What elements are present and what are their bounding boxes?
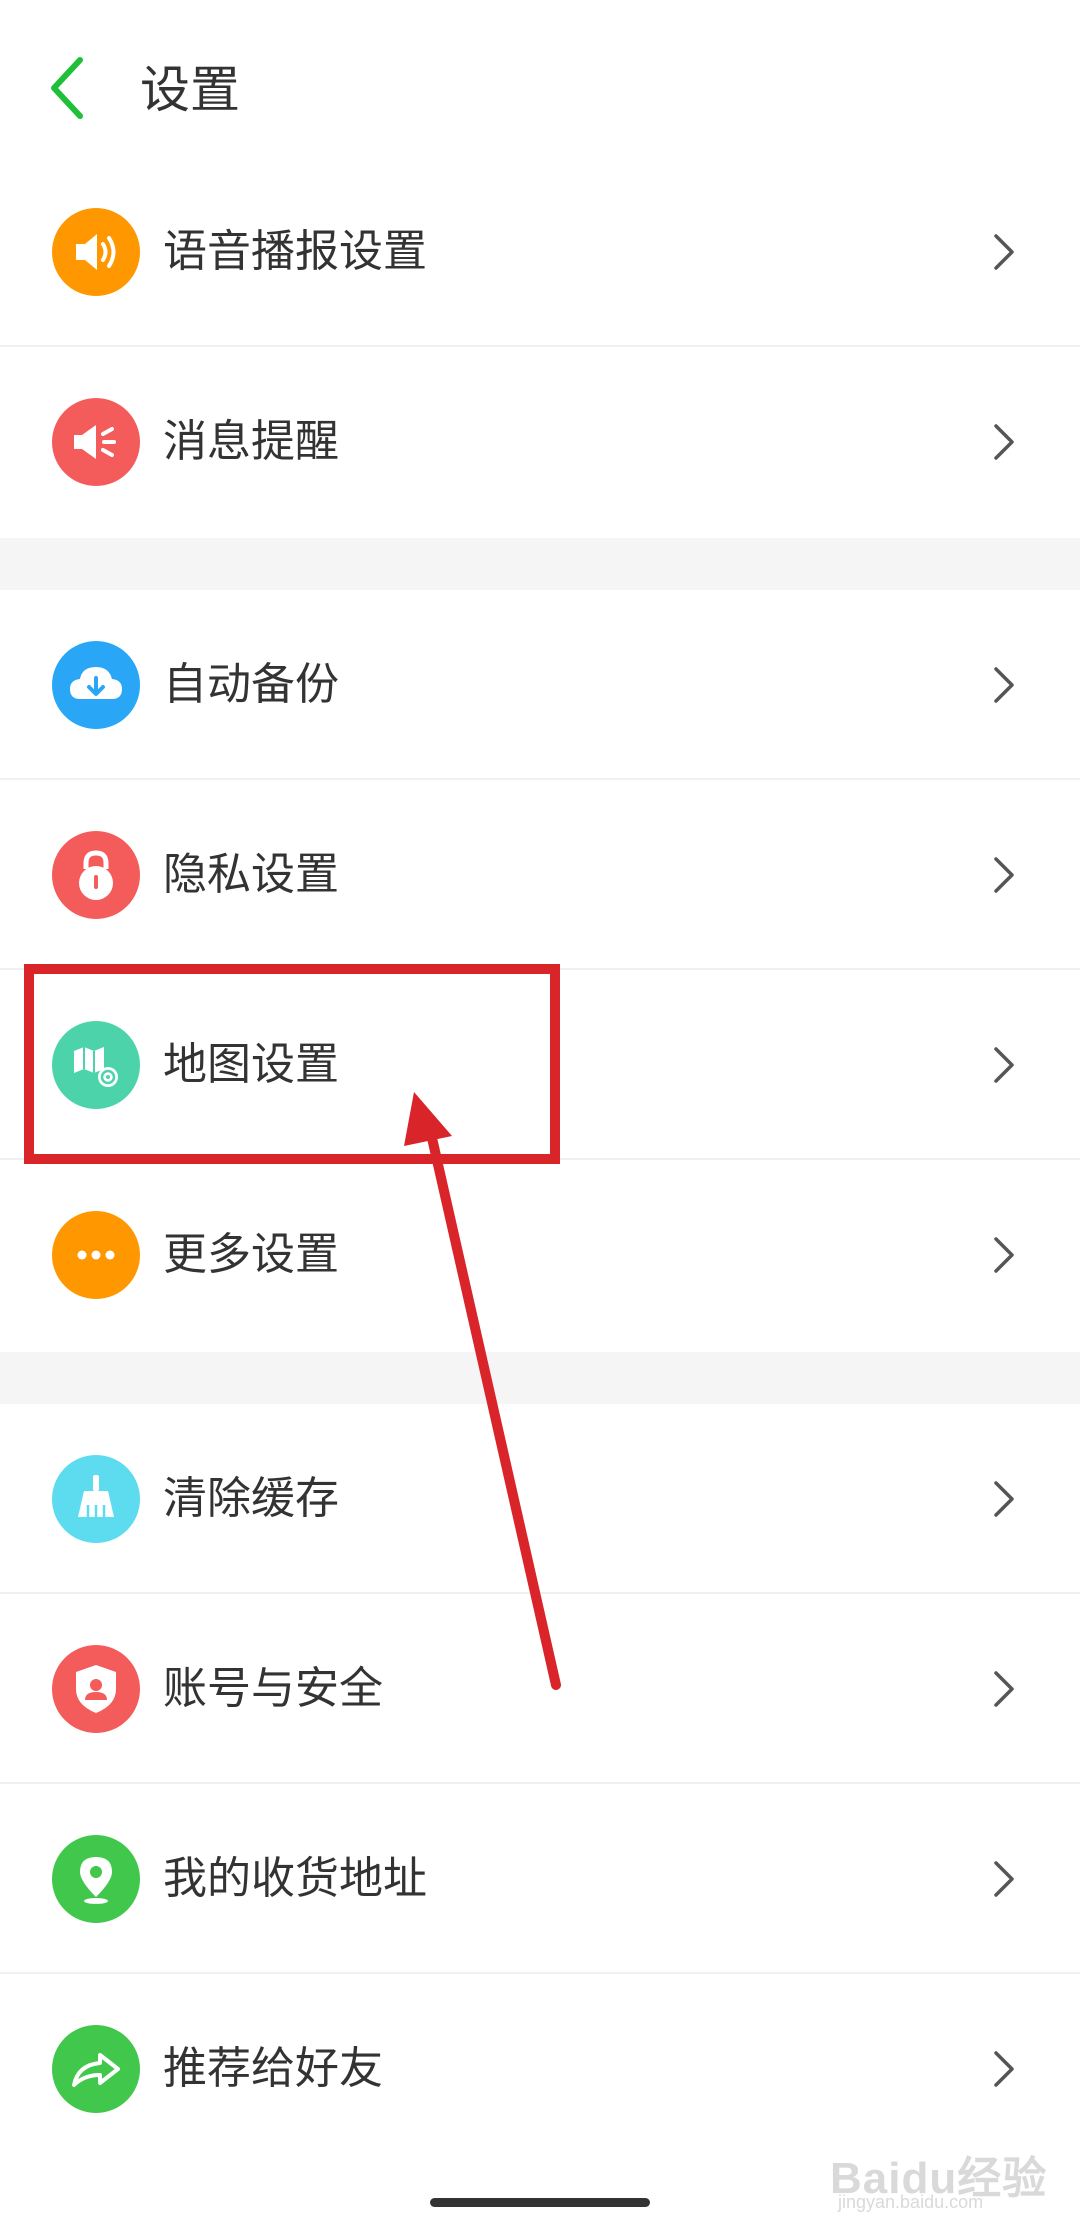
home-indicator[interactable] bbox=[430, 2198, 650, 2207]
settings-screen: 设置 语音播报设置 消息提醒 自动备份 隐私设置 地图设置 更多设置 清除缓存 … bbox=[0, 0, 1080, 2239]
watermark-subtext: jingyan.baidu.com bbox=[838, 2192, 984, 2212]
annotation-arrow bbox=[404, 1092, 561, 1690]
baidu-watermark: Baidu经验 jingyan.baidu.com bbox=[830, 2128, 1060, 2212]
